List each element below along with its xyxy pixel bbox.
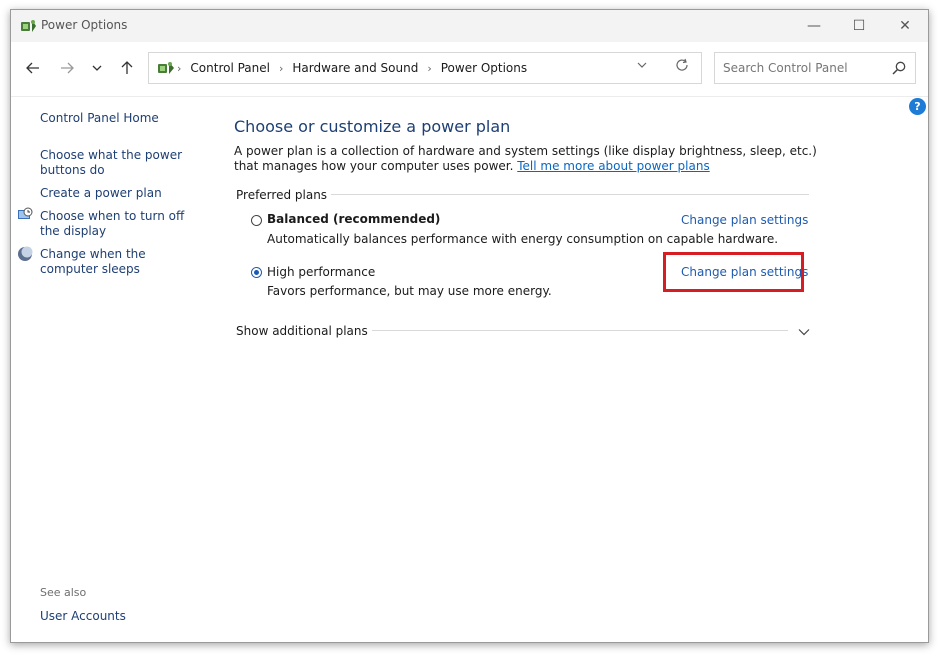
chevron-down-icon: [798, 329, 810, 336]
maximize-button[interactable]: ☐: [836, 10, 882, 42]
left-pane: Control Panel Home Choose what the power…: [11, 97, 221, 642]
moon-icon: [18, 246, 33, 261]
help-icon[interactable]: ?: [909, 98, 926, 115]
balanced-plan-radio[interactable]: [251, 215, 262, 226]
arrow-left-icon: [26, 62, 39, 74]
recent-locations-button[interactable]: [85, 56, 109, 80]
breadcrumb-power-options[interactable]: Power Options: [441, 61, 527, 75]
expand-additional-plans-button[interactable]: [798, 326, 810, 339]
highlight-annotation-box: [663, 252, 804, 292]
sidebar-item-turn-off-display[interactable]: Choose when to turn off the display: [40, 209, 200, 239]
power-options-window: Power Options — ☐ ✕ › Control Panel › Ha…: [10, 9, 929, 643]
arrow-up-icon: [121, 61, 133, 74]
breadcrumb-separator[interactable]: ›: [279, 62, 283, 75]
search-placeholder: Search Control Panel: [723, 61, 848, 75]
page-title: Choose or customize a power plan: [234, 117, 511, 136]
sidebar-item-user-accounts[interactable]: User Accounts: [40, 609, 126, 624]
sidebar-item-power-buttons[interactable]: Choose what the power buttons do: [40, 148, 190, 178]
monitor-clock-icon: [18, 207, 33, 219]
control-panel-icon: [158, 62, 174, 74]
see-also-heading: See also: [40, 586, 87, 599]
show-additional-plans-toggle[interactable]: Show additional plans: [236, 324, 372, 338]
refresh-icon: [676, 58, 688, 71]
sidebar-item-create-power-plan[interactable]: Create a power plan: [40, 186, 162, 201]
address-history-button[interactable]: [637, 59, 647, 72]
learn-more-link[interactable]: Tell me more about power plans: [517, 159, 709, 173]
sidebar-item-computer-sleeps[interactable]: Change when the computer sleeps: [40, 247, 200, 277]
page-description: A power plan is a collection of hardware…: [234, 144, 824, 174]
back-button[interactable]: [21, 56, 45, 80]
window-title: Power Options: [41, 18, 128, 32]
breadcrumb-hardware-and-sound[interactable]: Hardware and Sound: [292, 61, 418, 75]
title-bar: Power Options — ☐ ✕: [11, 10, 928, 42]
minimize-button[interactable]: —: [791, 10, 837, 42]
up-button[interactable]: [115, 56, 139, 80]
forward-button[interactable]: [55, 56, 79, 80]
close-button[interactable]: ✕: [882, 10, 928, 42]
search-input[interactable]: Search Control Panel: [714, 52, 916, 84]
high-performance-plan-name[interactable]: High performance: [267, 265, 375, 279]
balanced-plan-name[interactable]: Balanced (recommended): [267, 212, 440, 226]
preferred-plans-heading: Preferred plans: [236, 188, 332, 202]
search-icon[interactable]: [891, 60, 907, 76]
high-performance-plan-description: Favors performance, but may use more ene…: [267, 284, 552, 298]
navigation-bar: › Control Panel › Hardware and Sound › P…: [11, 42, 928, 97]
high-performance-plan-radio[interactable]: [251, 267, 262, 278]
chevron-down-icon: [92, 65, 102, 71]
breadcrumb-separator[interactable]: ›: [427, 62, 431, 75]
address-bar[interactable]: › Control Panel › Hardware and Sound › P…: [148, 52, 702, 84]
sidebar-item-control-panel-home[interactable]: Control Panel Home: [40, 111, 159, 126]
power-options-app-icon: [21, 20, 36, 32]
breadcrumb: › Control Panel › Hardware and Sound › P…: [177, 53, 536, 83]
breadcrumb-separator[interactable]: ›: [177, 62, 181, 75]
refresh-button[interactable]: [675, 58, 689, 76]
arrow-right-icon: [61, 62, 74, 74]
breadcrumb-control-panel[interactable]: Control Panel: [190, 61, 270, 75]
preferred-plans-divider: [321, 194, 809, 195]
additional-plans-divider: [358, 330, 788, 331]
balanced-change-plan-settings-link[interactable]: Change plan settings: [681, 213, 808, 227]
balanced-plan-description: Automatically balances performance with …: [267, 232, 779, 246]
chevron-down-icon: [637, 62, 647, 68]
